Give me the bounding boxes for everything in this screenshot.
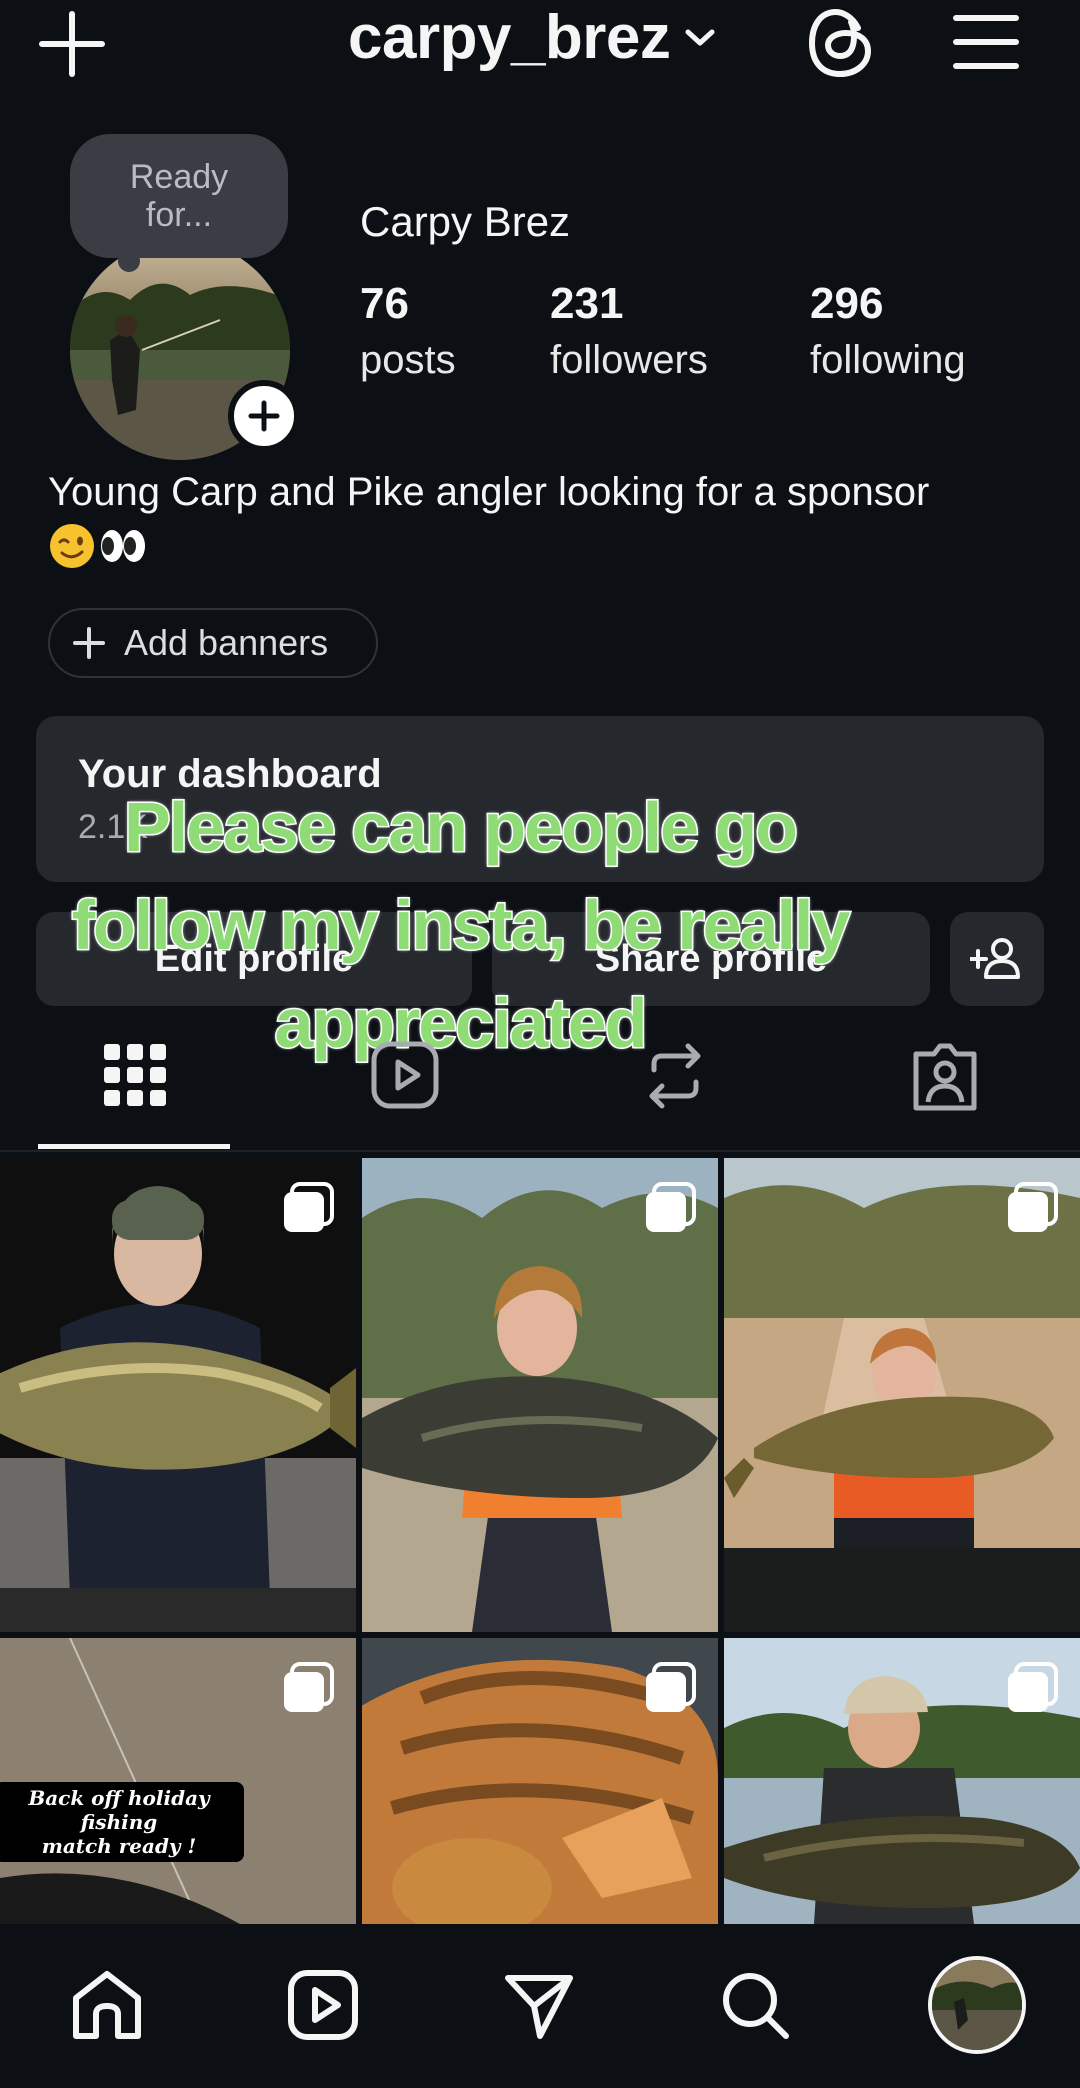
plus-icon [72,626,106,660]
tab-tagged[interactable] [910,1040,980,1112]
followers-label: followers [550,338,708,382]
multiple-posts-icon [1006,1182,1058,1234]
profile-note[interactable]: Ready for... [70,134,288,258]
tab-reels[interactable] [370,1040,440,1112]
multiple-posts-icon [644,1662,696,1714]
add-banners-button[interactable]: Add banners [48,608,378,678]
eyes-emoji [98,522,148,570]
followers-value: 231 [550,279,624,328]
profile-avatar[interactable] [928,1956,1026,2054]
following-value: 296 [810,279,884,328]
multiple-posts-icon [282,1182,334,1234]
chevron-down-icon [684,27,716,49]
following-count[interactable]: 296 following [810,276,966,388]
tab-divider [0,1150,1080,1152]
multiple-posts-icon [1006,1662,1058,1714]
posts-value: 76 [360,279,409,328]
search-icon[interactable] [718,1968,792,2042]
bio-text: Young Carp and Pike angler looking for a… [48,470,930,514]
account-switcher[interactable]: carpy_brez [348,2,716,73]
followers-count[interactable]: 231 followers [550,276,708,388]
username: carpy_brez [348,3,671,72]
bottom-navigation [0,1924,1080,2088]
reels-icon[interactable] [286,1968,360,2042]
note-line-1: Ready [129,158,229,196]
posts-count[interactable]: 76 posts [360,276,456,388]
posts-label: posts [360,338,456,382]
post-thumbnail[interactable] [362,1158,718,1632]
tab-grid[interactable] [100,1040,170,1112]
bio-emojis [48,522,148,570]
display-name: Carpy Brez [360,198,571,245]
active-tab-indicator [38,1144,230,1149]
grid-icon [104,1044,166,1106]
threads-icon[interactable] [806,6,876,80]
caption-line-1: Please can people go [123,787,800,868]
tagged-icon [913,1043,977,1111]
home-icon[interactable] [70,1968,144,2042]
tab-reposts[interactable] [640,1040,710,1112]
menu-icon[interactable] [950,10,1022,74]
multiple-posts-icon [644,1182,696,1234]
post-thumbnail[interactable] [724,1638,1080,1924]
wink-emoji [48,522,96,570]
messages-icon[interactable] [502,1968,576,2042]
post-thumbnail[interactable] [362,1638,718,1924]
add-story-button[interactable] [228,380,300,452]
overlay-caption: Please can people go follow my insta, be… [30,778,890,1072]
add-banners-label: Add banners [124,622,329,663]
post-text-line-2: match ready ! [41,1834,197,1858]
post-thumbnail[interactable]: Back off holiday fishing match ready ! [0,1638,356,1924]
post-thumbnail[interactable] [724,1158,1080,1632]
caption-line-2: follow my insta, be really [70,885,852,966]
post-text-line-1: Back off holiday fishing [28,1786,210,1834]
post-thumbnail[interactable] [0,1158,356,1632]
posts-grid: Back off holiday fishing match ready ! [0,1158,1080,1924]
post-text-overlay: Back off holiday fishing match ready ! [0,1782,244,1862]
new-post-plus-icon[interactable] [36,8,108,80]
following-label: following [810,338,966,382]
reels-icon [371,1041,439,1109]
note-tail [118,250,140,272]
add-person-icon [970,937,1024,981]
discover-people-button[interactable] [950,912,1044,1006]
multiple-posts-icon [282,1662,334,1714]
note-line-2: for... [145,196,213,234]
reposts-icon [649,1043,701,1109]
